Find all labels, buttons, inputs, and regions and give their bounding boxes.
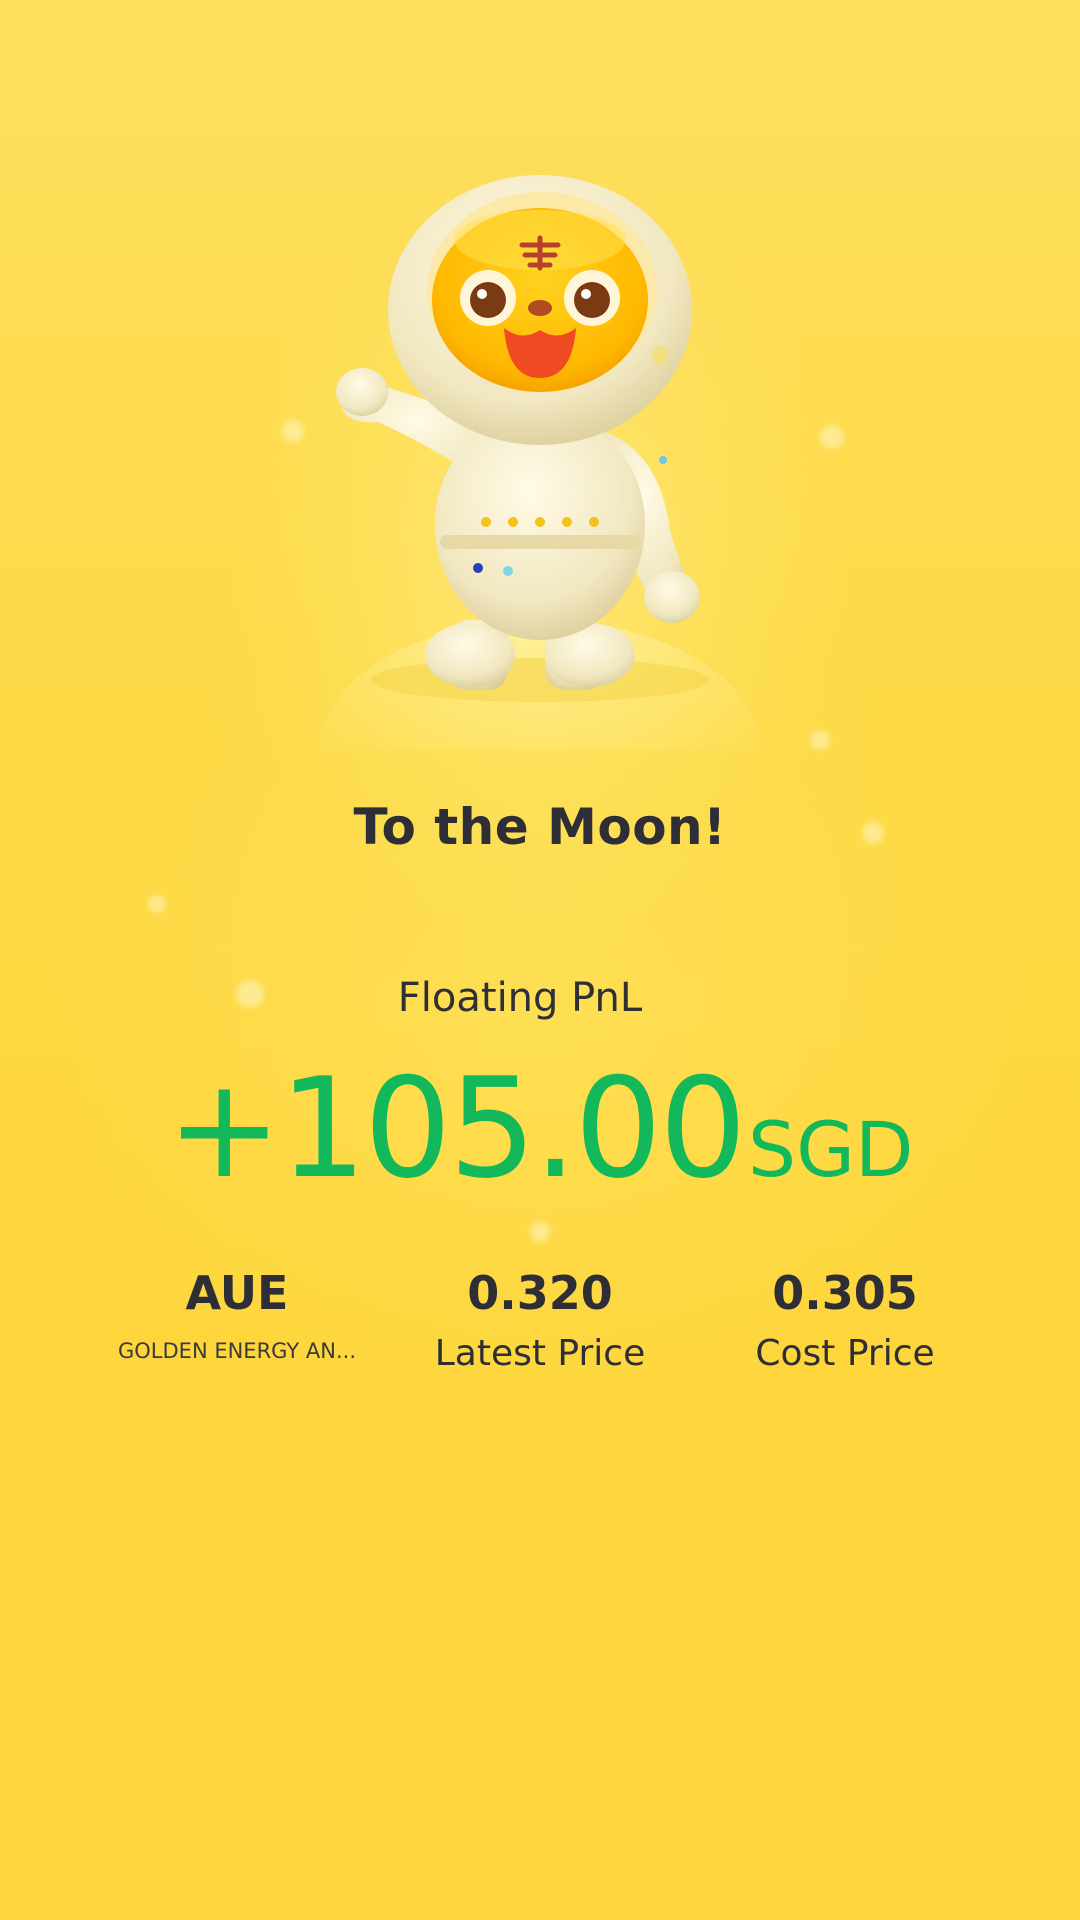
pnl-amount: +105.00 bbox=[166, 1048, 746, 1209]
astronaut-tiger-mascot bbox=[320, 175, 760, 750]
sparkle bbox=[530, 1222, 550, 1242]
stock-symbol: AUE bbox=[185, 1266, 289, 1320]
latest-price-stat: 0.320 Latest Price bbox=[380, 1264, 700, 1378]
stock-info: AUE GOLDEN ENERGY AN... bbox=[77, 1264, 397, 1366]
sparkle bbox=[810, 730, 830, 750]
latest-price-value: 0.320 bbox=[467, 1266, 613, 1320]
floating-pnl-value: +105.00SGD bbox=[0, 1048, 1080, 1209]
floating-pnl-label: Floating PnL bbox=[397, 975, 643, 1021]
cost-price-label: Cost Price bbox=[755, 1333, 935, 1374]
pnl-currency: SGD bbox=[747, 1105, 914, 1194]
cost-price-value: 0.305 bbox=[772, 1266, 918, 1320]
latest-price-label: Latest Price bbox=[434, 1333, 646, 1374]
cost-price-stat: 0.305 Cost Price bbox=[685, 1264, 1005, 1378]
sparkle bbox=[148, 895, 166, 913]
sparkle bbox=[820, 425, 844, 449]
page-title: To the Moon! bbox=[353, 798, 727, 856]
stock-name: GOLDEN ENERGY AN... bbox=[118, 1339, 356, 1363]
